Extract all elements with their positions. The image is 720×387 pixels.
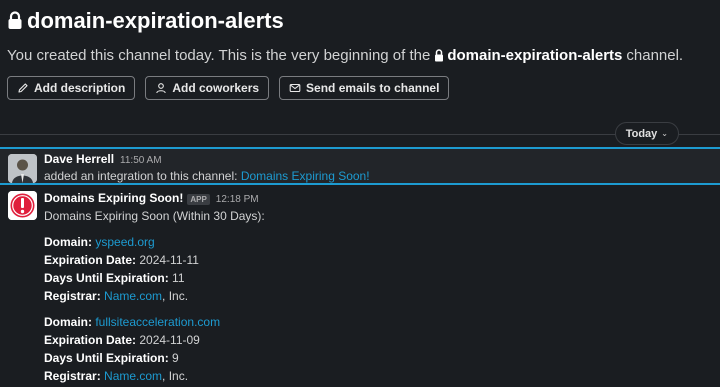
message-body: added an integration to this channel: Do… <box>44 168 720 185</box>
expiration-row: Expiration Date: 2024-11-11 <box>44 251 720 269</box>
domain-entry: Domain: yspeed.org Expiration Date: 2024… <box>44 233 720 305</box>
mail-icon <box>289 83 301 93</box>
intro-channel-name[interactable]: domain-expiration-alerts <box>434 47 622 64</box>
channel-intro: You created this channel today. This is … <box>7 44 712 66</box>
registrar-label: Registrar: <box>44 369 101 383</box>
intro-suffix: channel. <box>626 46 684 64</box>
expiration-label: Expiration Date: <box>44 333 137 347</box>
chevron-down-icon: ⌄ <box>661 129 668 138</box>
date-divider: Today ⌄ <box>0 122 720 146</box>
message-author[interactable]: Dave Herrell <box>44 152 114 166</box>
channel-actions: Add description Add coworkers Send email… <box>7 76 712 100</box>
domain-row: Domain: yspeed.org <box>44 233 720 251</box>
domain-entry: Domain: fullsiteacceleration.com Expirat… <box>44 313 720 385</box>
add-description-label: Add description <box>34 81 126 95</box>
message-heading: Domains Expiring Soon (Within 30 Days): <box>44 209 265 223</box>
add-coworkers-label: Add coworkers <box>172 81 260 95</box>
channel-header: domain-expiration-alerts You created thi… <box>0 0 720 100</box>
days-row: Days Until Expiration: 9 <box>44 349 720 367</box>
days-label: Days Until Expiration: <box>44 351 169 365</box>
add-person-icon <box>156 83 167 94</box>
registrar-row: Registrar: Name.com, Inc. <box>44 367 720 385</box>
days-value: 9 <box>172 351 179 365</box>
alert-icon <box>8 191 37 220</box>
days-label: Days Until Expiration: <box>44 271 169 285</box>
registrar-link[interactable]: Name.com <box>104 289 162 303</box>
domain-link[interactable]: yspeed.org <box>95 235 154 249</box>
expiration-value: 2024-11-11 <box>139 253 199 267</box>
expiration-value: 2024-11-09 <box>139 333 200 347</box>
lock-icon <box>435 48 444 61</box>
message-timestamp[interactable]: 12:18 PM <box>216 194 259 205</box>
domain-row: Domain: fullsiteacceleration.com <box>44 313 720 331</box>
add-description-button[interactable]: Add description <box>7 76 136 100</box>
pencil-icon <box>18 83 28 93</box>
bot-message: Domains Expiring Soon! APP 12:18 PM Doma… <box>0 191 720 385</box>
channel-title-text: domain-expiration-alerts <box>27 8 284 33</box>
domain-label: Domain: <box>44 315 92 329</box>
days-row: Days Until Expiration: 11 <box>44 269 720 287</box>
app-avatar[interactable] <box>8 191 37 220</box>
send-emails-label: Send emails to channel <box>306 81 440 95</box>
expiration-row: Expiration Date: 2024-11-09 <box>44 331 720 349</box>
avatar[interactable] <box>8 154 37 183</box>
intro-prefix: You created this channel today. This is … <box>7 46 431 64</box>
message-timestamp[interactable]: 11:50 AM <box>120 155 162 166</box>
lock-icon <box>8 11 22 29</box>
message-text: added an integration to this channel: <box>44 169 238 183</box>
divider-line <box>0 134 720 135</box>
app-badge: APP <box>187 194 210 205</box>
date-jump-button[interactable]: Today ⌄ <box>614 122 679 145</box>
registrar-suffix: , Inc. <box>162 289 189 303</box>
channel-title[interactable]: domain-expiration-alerts <box>7 8 712 34</box>
days-value: 11 <box>172 271 185 285</box>
registrar-suffix: , Inc. <box>162 369 189 383</box>
intro-channel-name-text: domain-expiration-alerts <box>447 46 623 64</box>
expiration-label: Expiration Date: <box>44 253 137 267</box>
domain-link[interactable]: fullsiteacceleration.com <box>95 315 220 329</box>
integration-link[interactable]: Domains Expiring Soon! <box>241 169 370 183</box>
date-label: Today <box>625 127 658 140</box>
registrar-row: Registrar: Name.com, Inc. <box>44 287 720 305</box>
registrar-link[interactable]: Name.com <box>104 369 162 383</box>
add-coworkers-button[interactable]: Add coworkers <box>145 76 270 100</box>
user-photo <box>8 154 37 183</box>
registrar-label: Registrar: <box>44 289 101 303</box>
domain-label: Domain: <box>44 235 92 249</box>
integration-message[interactable]: Dave Herrell 11:50 AM added an integrati… <box>0 147 720 185</box>
send-emails-button[interactable]: Send emails to channel <box>279 76 450 100</box>
message-author[interactable]: Domains Expiring Soon! <box>44 191 183 205</box>
